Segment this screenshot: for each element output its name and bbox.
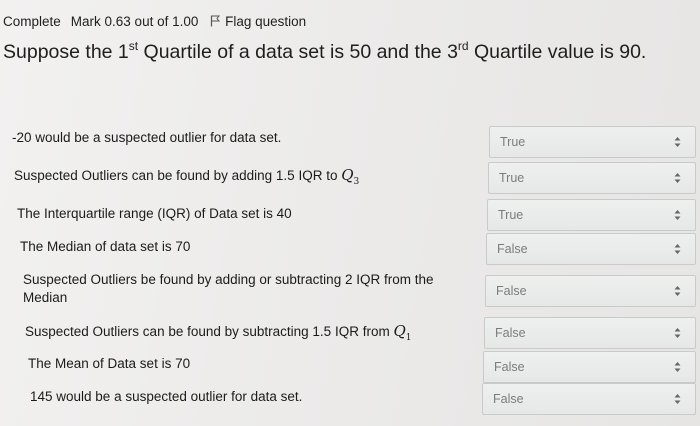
select-arrows-icon [674,286,681,296]
select-arrows-icon [674,394,681,404]
statement-1: -20 would be a suspected outlier for dat… [12,130,282,145]
select-arrows-icon [674,362,681,372]
select-value: True [499,171,525,185]
answer-select-5[interactable]: False [485,275,696,307]
answer-select-7[interactable]: False [483,351,696,383]
answer-select-1[interactable]: True [489,126,696,158]
statement-5: Suspected Outliers be found by adding or… [23,272,434,305]
statement-2: Suspected Outliers can be found by addin… [14,166,360,187]
select-arrows-icon [674,328,681,338]
answer-select-3[interactable]: True [487,199,696,231]
answer-select-2[interactable]: True [488,162,696,194]
flag-question-label: Flag question [225,14,307,29]
select-arrows-icon [674,173,681,183]
statement-7: The Mean of Data set is 70 [28,356,191,371]
select-arrows-icon [674,137,681,147]
flag-question-link[interactable]: Flag question [202,14,306,29]
select-arrows-icon [674,210,681,220]
select-value: False [497,242,528,256]
mark-label: Mark 0.63 out of 1.00 [70,14,199,29]
statement-6: Suspected Outliers can be found by subtr… [25,322,412,343]
question-status: Complete Mark 0.63 out of 1.00 Flag quest… [3,14,306,32]
select-value: False [493,392,524,406]
question-text: Suppose the 1st Quartile of a data set i… [3,39,647,63]
answer-select-8[interactable]: False [482,383,696,415]
answer-select-6[interactable]: False [484,317,696,349]
select-value: False [495,326,526,340]
statement-4: The Median of data set is 70 [20,239,191,254]
flag-icon [211,15,221,27]
statement-8: 145 would be a suspected outlier for dat… [30,389,303,404]
answer-select-4[interactable]: False [486,233,696,265]
state-label: Complete [3,14,61,29]
select-arrows-icon [674,244,681,254]
select-value: True [500,135,526,149]
select-value: True [498,208,524,222]
select-value: False [496,284,527,298]
statement-3: The Interquartile range (IQR) of Data se… [17,206,292,221]
select-value: False [494,360,525,374]
